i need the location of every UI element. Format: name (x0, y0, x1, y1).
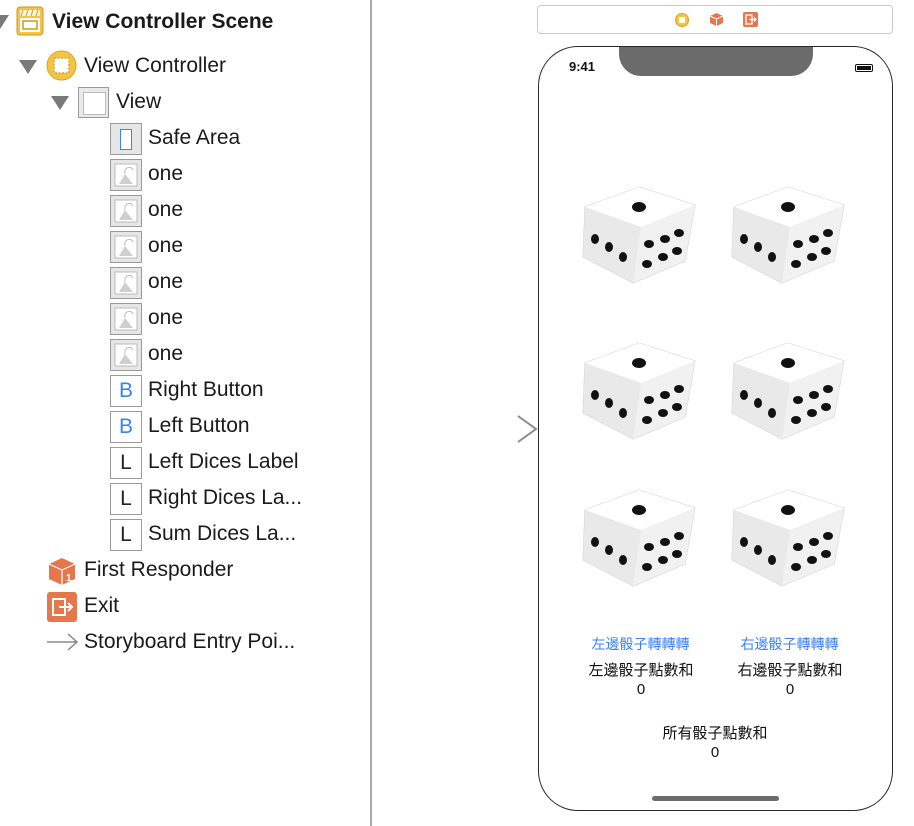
outline-row-sum-dices-label[interactable]: Sum Dices La... (148, 516, 296, 552)
button-glyph: B (118, 415, 133, 438)
battery-icon (855, 64, 873, 72)
dice-image-view[interactable] (575, 169, 703, 297)
storyboard-scene-icon (16, 6, 44, 36)
image-view-icon (110, 159, 142, 191)
view-label: View (116, 90, 162, 113)
dice-image-view[interactable] (724, 325, 852, 453)
button-glyph: B (118, 379, 133, 402)
outline-row-right-dices-label[interactable]: Right Dices La... (148, 480, 302, 516)
image-view-label: one (148, 198, 184, 221)
exit-dock-icon[interactable] (743, 12, 758, 27)
dice-image-view[interactable] (575, 325, 703, 453)
outline-row-entry-point[interactable]: Storyboard Entry Poi... (84, 624, 295, 660)
outline-row-view[interactable]: View (116, 84, 161, 120)
label-icon: L (110, 447, 142, 479)
label-icon: L (110, 519, 142, 551)
safe-area-label: Safe Area (148, 126, 241, 149)
entry-point-label: Storyboard Entry Poi... (84, 630, 296, 653)
svg-text:1: 1 (66, 573, 72, 584)
scene-dock (537, 5, 893, 34)
document-outline: View Controller Scene View Controller Vi… (0, 0, 370, 826)
exit-icon (47, 592, 77, 622)
label-icon: L (110, 483, 142, 515)
arrow-right-icon (46, 632, 79, 652)
first-responder-dock-icon[interactable] (709, 12, 724, 27)
disclosure-triangle-view[interactable] (51, 96, 69, 110)
outline-row-image-view[interactable]: one (148, 300, 183, 336)
left-dices-value: 0 (636, 681, 646, 698)
image-view-icon (110, 267, 142, 299)
outline-row-right-button[interactable]: Right Button (148, 372, 264, 408)
outline-row-image-view[interactable]: one (148, 264, 183, 300)
outline-row-scene[interactable]: View Controller Scene (52, 4, 273, 40)
right-roll-button[interactable]: 右邊骰子轉轉轉 (732, 634, 847, 654)
outline-row-first-responder[interactable]: First Responder (84, 552, 233, 588)
disclosure-triangle-view-controller[interactable] (19, 60, 37, 74)
outline-row-image-view[interactable]: one (148, 156, 183, 192)
right-dices-title: 右邊骰子點數和 (737, 662, 843, 679)
iphone-canvas[interactable]: 9:41 左邊骰子轉轉轉 右邊骰子轉轉轉 左邊骰子點數和 0 右邊骰子點數和 0… (538, 46, 893, 811)
outline-row-view-controller[interactable]: View Controller (84, 48, 226, 84)
outline-row-exit[interactable]: Exit (84, 588, 119, 624)
first-responder-label: First Responder (84, 558, 234, 581)
label-glyph: L (120, 523, 132, 546)
outline-row-image-view[interactable]: one (148, 336, 183, 372)
storyboard-entry-arrow[interactable] (444, 414, 538, 449)
home-indicator (652, 796, 779, 801)
right-dices-label: 右邊骰子點數和 0 (725, 661, 855, 699)
scene-title: View Controller Scene (52, 10, 274, 33)
left-dices-title: 左邊骰子點數和 (588, 662, 694, 679)
button-icon: B (110, 411, 142, 443)
outline-row-left-dices-label[interactable]: Left Dices Label (148, 444, 299, 480)
image-view-label: one (148, 342, 184, 365)
status-bar-time: 9:41 (569, 59, 596, 74)
dice-image-view[interactable] (575, 472, 703, 600)
outline-row-left-button[interactable]: Left Button (148, 408, 250, 444)
button-icon: B (110, 375, 142, 407)
image-view-icon (110, 231, 142, 263)
image-view-label: one (148, 162, 184, 185)
sum-dices-title: 所有骰子點數和 (662, 725, 768, 742)
sum-dices-label-text: Sum Dices La... (148, 522, 297, 545)
label-glyph: L (120, 451, 132, 474)
safe-area-icon (110, 123, 142, 155)
image-view-icon (110, 339, 142, 371)
device-notch (619, 47, 813, 76)
dice-image-view[interactable] (724, 169, 852, 297)
left-dices-label-text: Left Dices Label (148, 450, 299, 473)
outline-row-safe-area[interactable]: Safe Area (148, 120, 240, 156)
right-button-label: Right Button (148, 378, 264, 401)
dice-image-view[interactable] (724, 472, 852, 600)
sum-dices-value: 0 (710, 744, 720, 761)
right-dices-label-text: Right Dices La... (148, 486, 303, 509)
image-view-icon (110, 195, 142, 227)
view-controller-dock-icon[interactable] (675, 13, 689, 27)
view-icon (78, 87, 109, 118)
label-glyph: L (120, 487, 132, 510)
sum-dices-label: 所有骰子點數和 0 (650, 724, 780, 762)
view-controller-icon (46, 50, 77, 81)
left-button-label: Left Button (148, 414, 250, 437)
first-responder-cube-icon: 1 (47, 556, 77, 586)
left-roll-button[interactable]: 左邊骰子轉轉轉 (583, 634, 698, 654)
disclosure-triangle-scene[interactable] (0, 15, 9, 29)
view-controller-label: View Controller (84, 54, 227, 77)
image-view-label: one (148, 270, 184, 293)
outline-row-image-view[interactable]: one (148, 192, 183, 228)
right-dices-value: 0 (785, 681, 795, 698)
image-view-label: one (148, 234, 184, 257)
exit-label: Exit (84, 594, 120, 617)
left-dices-label: 左邊骰子點數和 0 (576, 661, 706, 699)
image-view-icon (110, 303, 142, 335)
outline-row-image-view[interactable]: one (148, 228, 183, 264)
image-view-label: one (148, 306, 184, 329)
panel-divider[interactable] (370, 0, 372, 826)
